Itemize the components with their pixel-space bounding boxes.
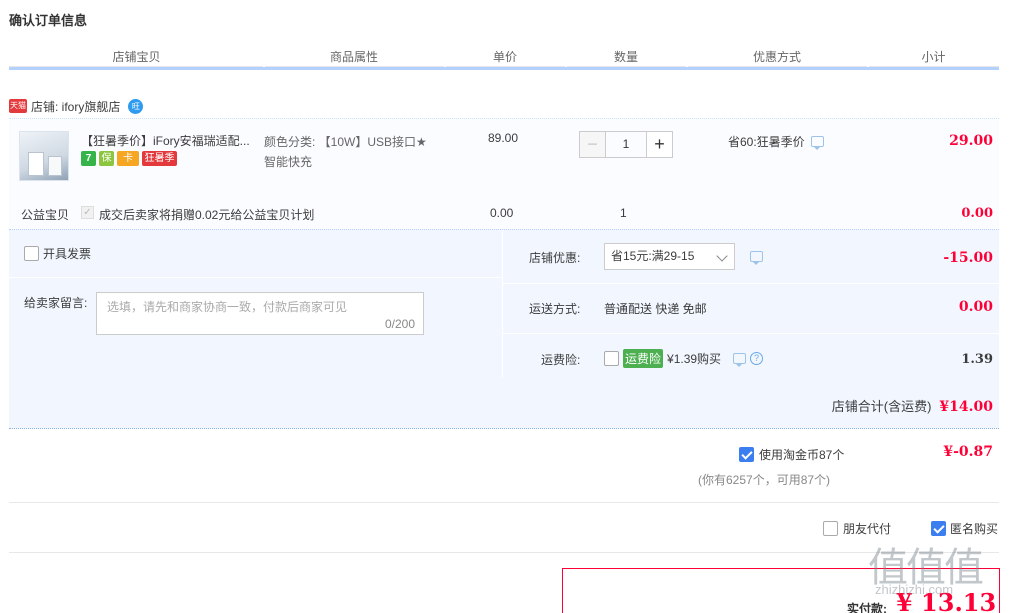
actual-pay-label: 实付款: bbox=[847, 602, 887, 613]
shipping-amount: 0.00 bbox=[958, 299, 993, 315]
tmall-icon: 天猫 bbox=[9, 99, 27, 113]
header-divider bbox=[446, 66, 565, 67]
shop-total-amount: ¥14.00 bbox=[939, 399, 993, 415]
unit-price: 89.00 bbox=[488, 131, 519, 145]
qty-input[interactable]: 1 bbox=[606, 131, 646, 158]
col-header-item: 店铺宝贝 bbox=[112, 50, 161, 64]
insurance-badge: 运费险 bbox=[623, 349, 664, 368]
thumbnail-box-shape bbox=[48, 156, 62, 176]
watermark-url: zhizhizhi.com bbox=[875, 582, 954, 597]
seven-day-return-icon[interactable]: 7 bbox=[81, 151, 96, 166]
header-divider bbox=[9, 66, 263, 67]
insurance-price: ¥1.39购买 bbox=[667, 352, 722, 366]
comment-icon[interactable] bbox=[810, 136, 824, 150]
charity-checkbox: ✓ bbox=[81, 206, 94, 219]
anonymous-checkbox[interactable] bbox=[931, 521, 946, 536]
insurance-amount: 1.39 bbox=[961, 352, 993, 367]
comment-icon[interactable] bbox=[750, 251, 763, 265]
shop-discount-label: 店铺优惠: bbox=[529, 251, 581, 265]
charity-text: 成交后卖家将捐赠0.02元给公益宝贝计划 bbox=[99, 208, 315, 222]
header-divider bbox=[688, 66, 867, 67]
header-divider bbox=[869, 66, 999, 67]
message-placeholder: 选填，请先和商家协商一致，付款后商家可见 bbox=[107, 300, 348, 314]
insurance-option: 运费险 ¥1.39购买 ? bbox=[604, 349, 764, 368]
message-char-count: 0/200 bbox=[384, 317, 415, 331]
quantity-stepper: − 1 + bbox=[579, 131, 673, 158]
divider bbox=[9, 277, 502, 278]
attr-feature: 智能快充 bbox=[264, 155, 313, 169]
header-divider bbox=[265, 66, 444, 67]
taojinbi-amount: ¥-0.87 bbox=[943, 444, 993, 460]
friend-pay-checkbox[interactable] bbox=[823, 521, 838, 536]
thumbnail-charger-shape bbox=[28, 152, 44, 176]
attr-color: 颜色分类: 【10W】USB接口★ bbox=[264, 135, 427, 149]
insurance-checkbox[interactable] bbox=[604, 351, 619, 366]
col-header-subtotal: 小计 bbox=[921, 50, 946, 64]
shipping-label: 运送方式: bbox=[529, 302, 581, 316]
service-tags: 7 保 卡 狂暑季 bbox=[81, 151, 177, 166]
shop-discount-amount: -15.00 bbox=[943, 250, 993, 266]
taojinbi-checkbox[interactable] bbox=[739, 447, 754, 462]
col-header-price: 单价 bbox=[492, 50, 517, 64]
order-table-header: 店铺宝贝 商品属性 单价 数量 优惠方式 小计 bbox=[9, 44, 999, 70]
guarantee-icon[interactable]: 保 bbox=[99, 151, 114, 166]
product-title-link[interactable]: 【狂暑季价】iFory安福瑞适配... bbox=[81, 132, 256, 149]
item-subtotal: 29.00 bbox=[949, 133, 993, 149]
product-thumbnail[interactable] bbox=[19, 131, 69, 181]
chevron-down-icon bbox=[716, 250, 728, 262]
qty-decrease-button[interactable]: − bbox=[579, 131, 606, 158]
discount-info: 省60:狂暑季价 bbox=[728, 133, 824, 150]
col-header-attr: 商品属性 bbox=[329, 50, 378, 64]
col-header-discount: 优惠方式 bbox=[752, 50, 801, 64]
message-label: 给卖家留言: bbox=[24, 296, 88, 310]
header-divider bbox=[567, 66, 686, 67]
invoice-checkbox[interactable] bbox=[24, 246, 39, 261]
shop-discount-select[interactable]: 省15元:满29-15 bbox=[604, 243, 735, 270]
shop-row: 天猫 店铺: ifory旗舰店 旺 bbox=[9, 96, 144, 116]
charity-price: 0.00 bbox=[490, 206, 514, 220]
shop-discount-value: 省15元:满29-15 bbox=[611, 249, 695, 263]
charity-subtotal: 0.00 bbox=[961, 206, 993, 221]
divider bbox=[503, 333, 999, 334]
page-title: 确认订单信息 bbox=[9, 13, 88, 28]
invoice-label: 开具发票 bbox=[43, 247, 92, 261]
divider bbox=[9, 502, 999, 503]
shop-total: 店铺合计(含运费) ¥14.00 bbox=[832, 396, 993, 415]
discount-text: 省60:狂暑季价 bbox=[728, 135, 805, 149]
wangwang-chat-icon[interactable]: 旺 bbox=[128, 98, 144, 114]
col-header-qty: 数量 bbox=[613, 50, 638, 64]
promo-badge: 狂暑季 bbox=[142, 151, 177, 166]
seller-message-textarea[interactable]: 选填，请先和商家协商一致，付款后商家可见 0/200 bbox=[96, 292, 424, 335]
invoice-option[interactable]: 开具发票 bbox=[24, 245, 91, 262]
credit-card-icon[interactable]: 卡 bbox=[117, 151, 139, 166]
product-attributes: 颜色分类: 【10W】USB接口★ 智能快充 bbox=[264, 132, 454, 172]
comment-icon[interactable] bbox=[733, 353, 747, 367]
qty-increase-button[interactable]: + bbox=[646, 131, 673, 158]
shop-total-label: 店铺合计(含运费) bbox=[831, 399, 932, 414]
taojinbi-balance: (你有6257个，可用87个) bbox=[698, 473, 831, 487]
divider bbox=[503, 283, 999, 284]
divider bbox=[9, 552, 999, 553]
taojinbi-label: 使用淘金币87个 bbox=[759, 448, 845, 462]
help-icon[interactable]: ? bbox=[750, 352, 764, 365]
shop-name-link[interactable]: 店铺: ifory旗舰店 bbox=[31, 98, 120, 115]
insurance-label: 运费险: bbox=[541, 353, 581, 367]
taojinbi-option[interactable]: 使用淘金币87个 bbox=[739, 446, 844, 463]
charity-label: 公益宝贝 bbox=[21, 208, 70, 222]
charity-qty: 1 bbox=[620, 206, 627, 220]
shipping-method: 普通配送 快递 免邮 bbox=[604, 302, 707, 316]
